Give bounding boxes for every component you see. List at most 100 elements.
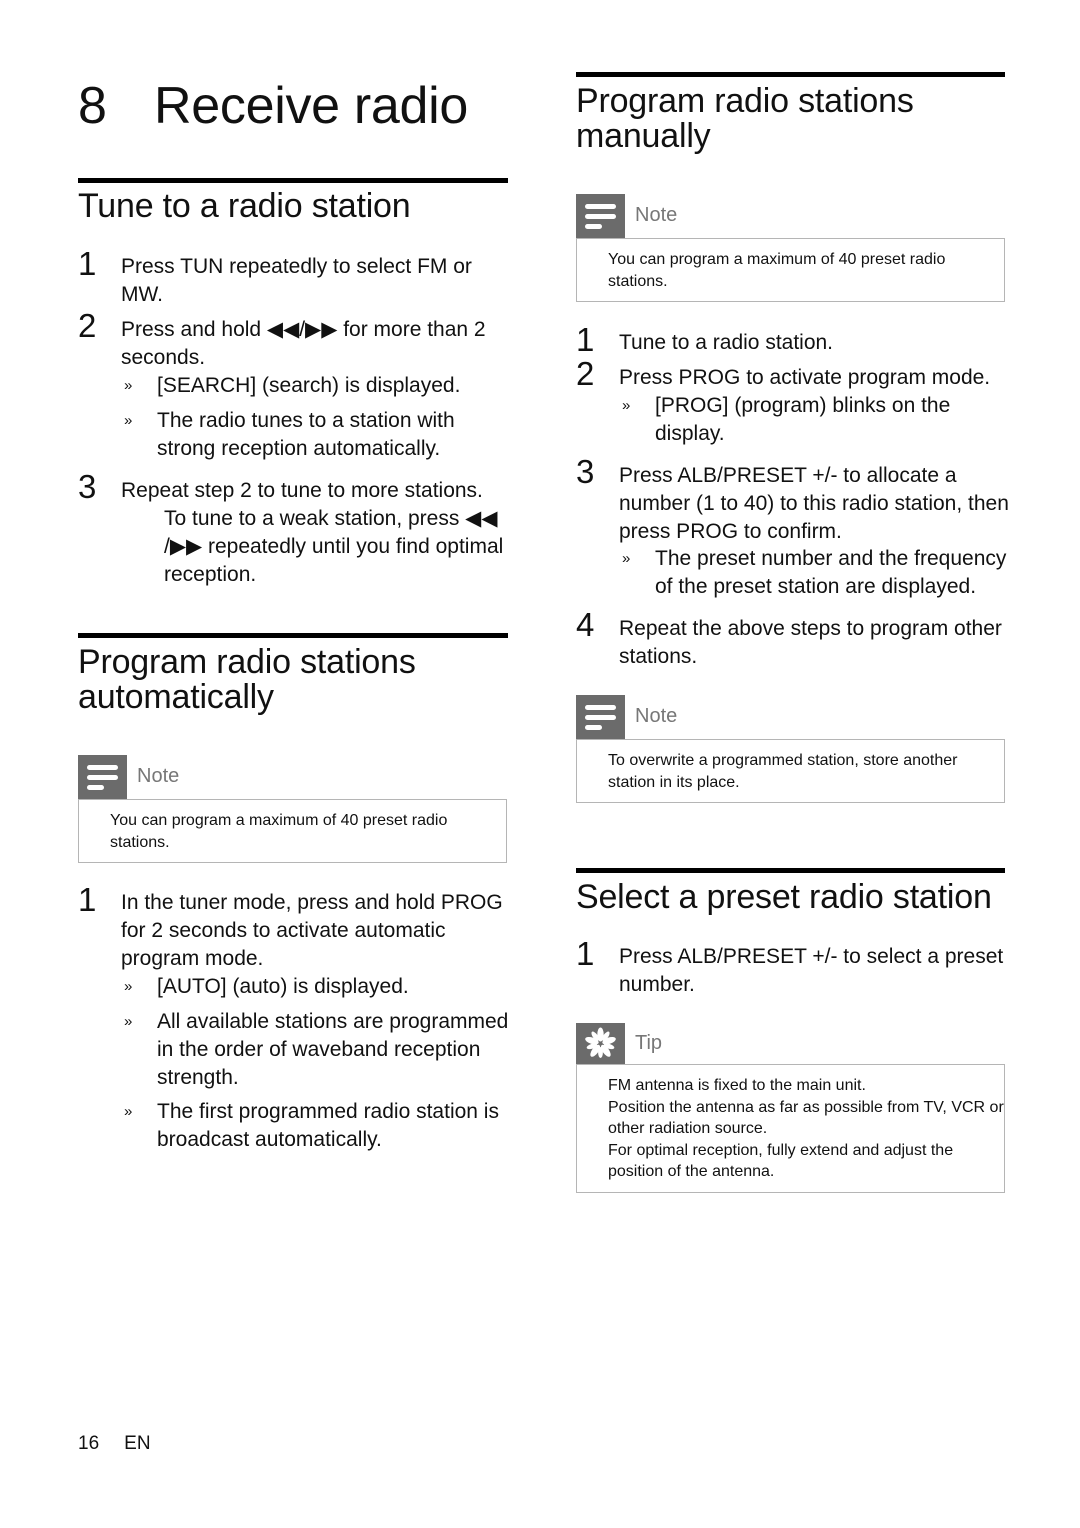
step-line: for 2 seconds to activate automatic bbox=[121, 919, 446, 942]
note-line: stations. bbox=[110, 833, 170, 851]
step-number: 1 bbox=[78, 881, 97, 918]
note-line: station in its place. bbox=[608, 773, 740, 791]
chapter-title: 8 Receive radio bbox=[78, 74, 468, 138]
tip-line: Position the antenna as far as possible … bbox=[608, 1098, 1004, 1116]
note-body: To overwrite a programmed station, store… bbox=[576, 739, 1005, 803]
note-body: You can program a maximum of 40 preset r… bbox=[78, 799, 507, 863]
note-body: You can program a maximum of 40 preset r… bbox=[576, 238, 1005, 302]
note-auto: Note You can program a maximum of 40 pre… bbox=[78, 755, 507, 863]
note-label: Note bbox=[635, 705, 678, 727]
result-line: of the preset station are displayed. bbox=[655, 575, 977, 598]
section-title-auto: Program radio stations automatically bbox=[78, 645, 416, 715]
result-bullet: » bbox=[622, 397, 631, 414]
step-extra-line: /▶▶ repeatedly until you find optimal bbox=[164, 535, 504, 558]
page-footer: 16 EN bbox=[78, 1433, 151, 1455]
step-line: Press PROG to activate program mode. bbox=[619, 366, 991, 389]
note-line: You can program a maximum of 40 preset r… bbox=[608, 251, 946, 268]
step-number: 1 bbox=[576, 321, 595, 358]
tip-line: position of the antenna. bbox=[608, 1163, 775, 1180]
manual-steps: 1 Tune to a radio station. 2 Press PROG … bbox=[576, 321, 1056, 684]
tune-steps: 1 Press TUN repeatedly to select FM or M… bbox=[78, 245, 538, 608]
step-extra-line: To tune to a weak station, press ◀◀ bbox=[164, 507, 498, 530]
result-line: [SEARCH] (search) is displayed. bbox=[157, 374, 461, 397]
result-line: broadcast automatically. bbox=[157, 1128, 382, 1151]
tip-label: Tip bbox=[635, 1032, 663, 1054]
result-item: » All available stations are programmed … bbox=[124, 1008, 509, 1092]
step-line: Tune to a radio station. bbox=[619, 331, 834, 354]
result-bullet: » bbox=[124, 1013, 133, 1030]
result-line: All available stations are programmed bbox=[157, 1010, 509, 1033]
step-line: MW. bbox=[121, 283, 163, 306]
result-bullet: » bbox=[124, 377, 133, 394]
note-line: stations. bbox=[608, 272, 668, 290]
step-number: 1 bbox=[576, 935, 595, 972]
note-icon bbox=[576, 695, 625, 739]
note-line: You can program a maximum of 40 preset r… bbox=[110, 812, 448, 829]
result-line: strong reception automatically. bbox=[157, 437, 441, 460]
step-line: program mode. bbox=[121, 947, 264, 970]
note-manual: Note You can program a maximum of 40 pre… bbox=[576, 194, 1005, 302]
note-label: Note bbox=[635, 204, 678, 226]
result-line: The radio tunes to a station with bbox=[157, 409, 455, 432]
section-title-tune: Tune to a radio station bbox=[78, 187, 411, 225]
step-number: 1 bbox=[78, 245, 97, 282]
section-rule bbox=[576, 868, 1005, 873]
step-number: 3 bbox=[78, 468, 97, 505]
page-language: EN bbox=[124, 1433, 151, 1454]
section-title-line: Program radio stations bbox=[576, 82, 914, 120]
section-title-manual: Program radio stations manually bbox=[576, 84, 914, 154]
step-line: number (1 to 40) to this radio station, … bbox=[619, 492, 1009, 515]
section-rule bbox=[576, 72, 1005, 77]
result-item: » The preset number and the frequency of… bbox=[622, 545, 1007, 601]
step-line: Press and hold ◀◀/▶▶ for more than 2 bbox=[121, 318, 486, 341]
result-item: » [AUTO] (auto) is displayed. bbox=[124, 973, 409, 1001]
step-extra-line: reception. bbox=[164, 563, 257, 586]
section-title-line: automatically bbox=[78, 678, 274, 716]
note-line: To overwrite a programmed station, store… bbox=[608, 752, 958, 769]
step-number: 3 bbox=[576, 453, 595, 490]
result-item: » The first programmed radio station is … bbox=[124, 1098, 499, 1154]
result-line: in the order of waveband reception bbox=[157, 1038, 481, 1061]
result-bullet: » bbox=[124, 412, 133, 429]
step-line: press PROG to confirm. bbox=[619, 520, 842, 543]
tip-box: Tip FM antenna is fixed to the main unit… bbox=[576, 1023, 1005, 1193]
auto-steps: 1 In the tuner mode, press and hold PROG… bbox=[78, 881, 558, 1164]
step-line: Repeat the above steps to program other bbox=[619, 617, 1002, 640]
result-line: [PROG] (program) blinks on the bbox=[655, 394, 951, 417]
section-title-preset: Select a preset radio station bbox=[576, 878, 992, 916]
result-line: strength. bbox=[157, 1066, 239, 1089]
result-line: The first programmed radio station is bbox=[157, 1100, 499, 1123]
result-item: » The radio tunes to a station with stro… bbox=[124, 407, 455, 463]
step-line: stations. bbox=[619, 645, 698, 668]
note-icon bbox=[576, 194, 625, 238]
step-line: In the tuner mode, press and hold PROG bbox=[121, 891, 503, 914]
tip-line: other radiation source. bbox=[608, 1120, 768, 1137]
tip-line: FM antenna is fixed to the main unit. bbox=[608, 1077, 866, 1094]
note-icon bbox=[78, 755, 127, 799]
step-number: 4 bbox=[576, 606, 595, 643]
result-bullet: » bbox=[622, 550, 631, 567]
chapter-title-text: Receive radio bbox=[154, 77, 469, 135]
section-rule bbox=[78, 178, 508, 183]
result-bullet: » bbox=[124, 978, 133, 995]
result-item: » [SEARCH] (search) is displayed. bbox=[124, 372, 461, 400]
section-title-line: Program radio stations bbox=[78, 643, 416, 681]
note-label: Note bbox=[137, 765, 180, 787]
result-line: The preset number and the frequency bbox=[655, 547, 1007, 570]
section-title-line: manually bbox=[576, 117, 711, 155]
step-line: Press ALB/PRESET +/- to allocate a bbox=[619, 464, 957, 487]
step-number: 2 bbox=[78, 307, 97, 344]
step-line: number. bbox=[619, 973, 695, 996]
chapter-number: 8 bbox=[78, 77, 107, 135]
step-line: seconds. bbox=[121, 346, 206, 369]
note-overwrite: Note To overwrite a programmed station, … bbox=[576, 695, 1005, 803]
result-line: [AUTO] (auto) is displayed. bbox=[157, 975, 409, 998]
preset-steps: 1 Press ALB/PRESET +/- to select a prese… bbox=[576, 935, 1056, 1008]
page-number: 16 bbox=[78, 1433, 100, 1454]
result-line: display. bbox=[655, 422, 725, 445]
tip-line: For optimal reception, fully extend and … bbox=[608, 1141, 954, 1159]
section-rule bbox=[78, 633, 508, 638]
tip-asterisk-icon bbox=[576, 1023, 625, 1064]
step-number: 2 bbox=[576, 355, 595, 392]
tip-body: FM antenna is fixed to the main unit. Po… bbox=[576, 1064, 1005, 1193]
